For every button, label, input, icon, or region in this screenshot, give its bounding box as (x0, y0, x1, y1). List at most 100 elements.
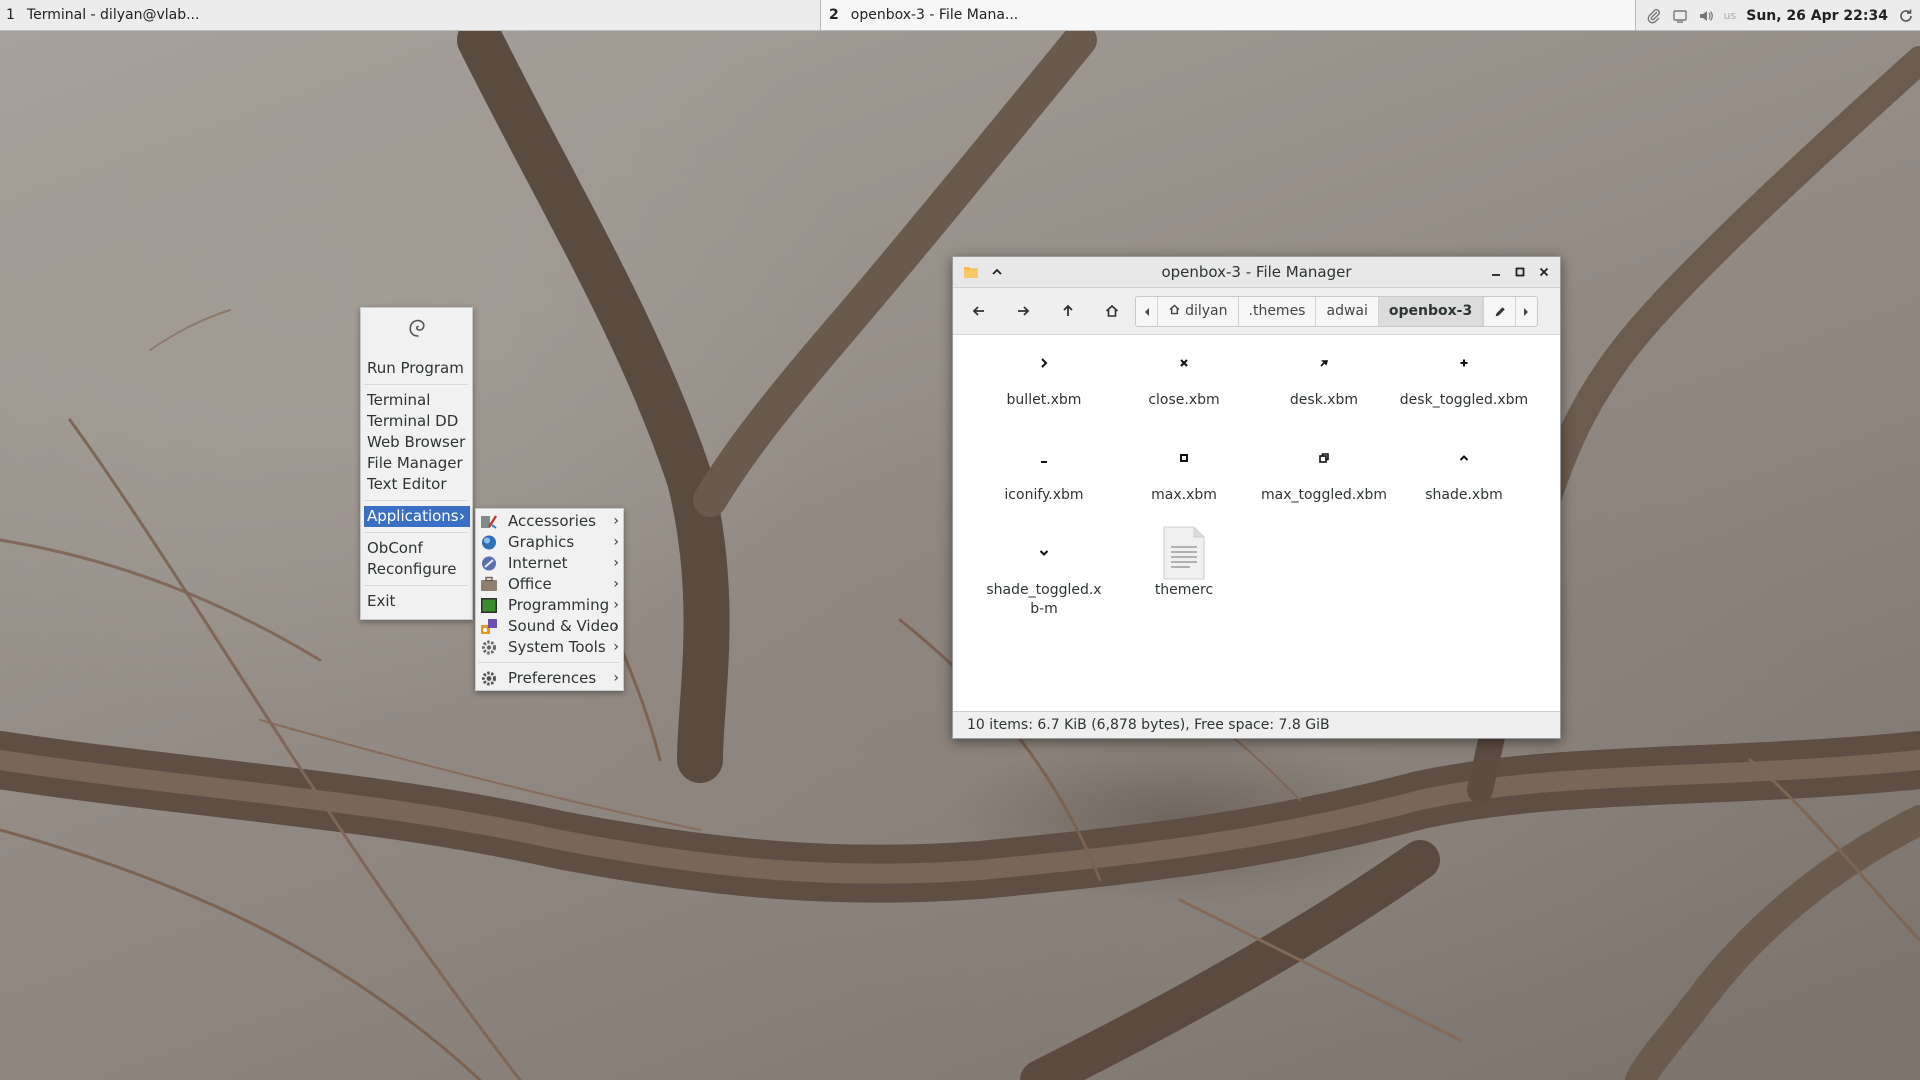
chevron-right-icon (1524, 307, 1529, 316)
submenu-item-label: Sound & Video (508, 617, 619, 635)
menu-item-terminal[interactable]: Terminal (367, 390, 430, 411)
restore-icon (1259, 438, 1389, 478)
submenu-item-graphics[interactable]: Graphics › (480, 532, 619, 553)
menu-item-obconf[interactable]: ObConf (367, 538, 423, 559)
breadcrumb-item-dilyan[interactable]: dilyan (1158, 297, 1239, 326)
close-icon[interactable] (1536, 264, 1552, 284)
arrow-left-icon (972, 306, 984, 316)
plus-icon (1399, 343, 1529, 383)
minimize-icon[interactable] (1488, 264, 1504, 284)
file-item[interactable]: iconify.xbm (979, 438, 1109, 505)
pencil-icon (1495, 306, 1505, 316)
file-name: max.xbm (1151, 487, 1217, 503)
window-icon[interactable] (1672, 8, 1688, 24)
home-button[interactable] (1098, 297, 1126, 325)
file-item[interactable]: desk.xbm (1259, 343, 1389, 410)
file-name: close.xbm (1148, 392, 1220, 408)
menu-item-applications[interactable]: Applications › (364, 506, 470, 527)
file-name: max_toggled.xbm (1261, 487, 1387, 503)
breadcrumb-item-openbox-3[interactable]: openbox-3 (1378, 297, 1484, 326)
taskbar-task-terminal[interactable]: 1 Terminal - dilyan@vlab... (6, 0, 306, 31)
submenu-item-office[interactable]: Office › (480, 574, 619, 595)
clock[interactable]: Sun, 26 Apr 22:34 (1746, 8, 1888, 24)
top-panel: 1 Terminal - dilyan@vlab... 2 openbox-3 - … (0, 0, 1920, 31)
file-manager-window: openbox-3 - File Manager dilyan .themes … (952, 256, 1561, 739)
window-titlebar[interactable]: openbox-3 - File Manager (953, 257, 1560, 288)
home-icon (1169, 304, 1180, 315)
submenu-item-label: System Tools (508, 638, 606, 656)
submenu-item-preferences[interactable]: Preferences › (480, 668, 619, 689)
menu-item-file-manager[interactable]: File Manager (367, 453, 463, 474)
file-item[interactable]: themerc (1119, 526, 1249, 600)
file-item[interactable]: desk_toggled.xbm (1399, 343, 1529, 410)
menu-separator (364, 532, 468, 533)
submenu-item-label: Accessories (508, 512, 596, 530)
paperclip-icon[interactable] (1646, 8, 1662, 24)
menu-item-label: Applications (367, 507, 459, 525)
breadcrumb-item-themes[interactable]: .themes (1239, 297, 1317, 326)
arrow-up-icon (1063, 304, 1073, 316)
file-name: bullet.xbm (1006, 392, 1082, 408)
breadcrumb-scroll-left[interactable] (1136, 297, 1159, 326)
volume-icon[interactable] (1698, 8, 1714, 24)
text-file-icon (1119, 526, 1249, 580)
file-item[interactable]: max_toggled.xbm (1259, 438, 1389, 505)
menu-item-terminal-dd[interactable]: Terminal DD (367, 411, 458, 432)
task-label: openbox-3 - File Mana... (850, 7, 1019, 23)
close-icon (1119, 343, 1249, 383)
breadcrumb-item-adwai[interactable]: adwai (1316, 297, 1379, 326)
applications-submenu: Accessories › Graphics › Internet › Offi… (475, 508, 624, 691)
file-item[interactable]: shade_toggled.xb-m (979, 533, 1109, 619)
task-number: 1 (6, 7, 15, 23)
submenu-item-system-tools[interactable]: System Tools › (480, 637, 619, 658)
file-name: shade.xbm (1425, 487, 1503, 503)
back-button[interactable] (965, 297, 993, 325)
maximize-icon[interactable] (1512, 264, 1528, 284)
home-icon (1105, 304, 1119, 317)
edit-path-button[interactable] (1483, 297, 1516, 326)
submenu-item-label: Programming (508, 596, 610, 614)
menu-separator (364, 585, 468, 586)
pin-icon (1259, 343, 1389, 383)
debian-swirl-icon (405, 316, 429, 340)
programming-icon (480, 597, 498, 614)
submenu-item-label: Internet (508, 554, 568, 572)
menu-item-exit[interactable]: Exit (367, 591, 395, 612)
chevron-right-icon: › (613, 576, 619, 592)
sound-video-icon (480, 618, 498, 635)
system-tray: us Sun, 26 Apr 22:34 (1646, 0, 1920, 31)
chevron-down-icon (979, 533, 1109, 573)
menu-item-run-program[interactable]: Run Program (367, 358, 464, 379)
keyboard-layout-icon[interactable]: us (1724, 9, 1737, 22)
maximize-icon (1119, 438, 1249, 478)
breadcrumb: dilyan .themes adwai openbox-3 (1135, 296, 1538, 327)
file-item[interactable]: shade.xbm (1399, 438, 1529, 505)
graphics-icon (480, 534, 498, 551)
menu-item-reconfigure[interactable]: Reconfigure (367, 559, 456, 580)
chevron-right-icon: › (613, 513, 619, 529)
submenu-item-programming[interactable]: Programming › (480, 595, 619, 616)
taskbar-task-file-manager[interactable]: 2 openbox-3 - File Mana... (820, 0, 1636, 31)
menu-separator (364, 500, 468, 501)
chevron-left-icon (1144, 307, 1149, 316)
breadcrumb-scroll-right[interactable] (1516, 297, 1537, 326)
forward-button[interactable] (1009, 297, 1037, 325)
accessories-icon (480, 513, 498, 530)
refresh-icon[interactable] (1898, 8, 1914, 24)
chevron-right-icon: › (613, 618, 619, 634)
menu-item-text-editor[interactable]: Text Editor (367, 474, 447, 495)
root-menu: Run Program Terminal Terminal DD Web Bro… (360, 307, 473, 620)
menu-item-web-browser[interactable]: Web Browser (367, 432, 465, 453)
chevron-right-icon: › (613, 534, 619, 550)
submenu-item-sound-video[interactable]: Sound & Video › (480, 616, 619, 637)
submenu-item-accessories[interactable]: Accessories › (480, 511, 619, 532)
up-button[interactable] (1054, 297, 1082, 325)
window-title: openbox-3 - File Manager (1161, 263, 1352, 281)
submenu-item-internet[interactable]: Internet › (480, 553, 619, 574)
file-name: desk.xbm (1289, 392, 1359, 408)
chevron-right-icon (979, 343, 1109, 383)
file-item[interactable]: close.xbm (1119, 343, 1249, 410)
chevron-up-icon (1399, 438, 1529, 478)
file-item[interactable]: max.xbm (1119, 438, 1249, 505)
file-item[interactable]: bullet.xbm (979, 343, 1109, 410)
